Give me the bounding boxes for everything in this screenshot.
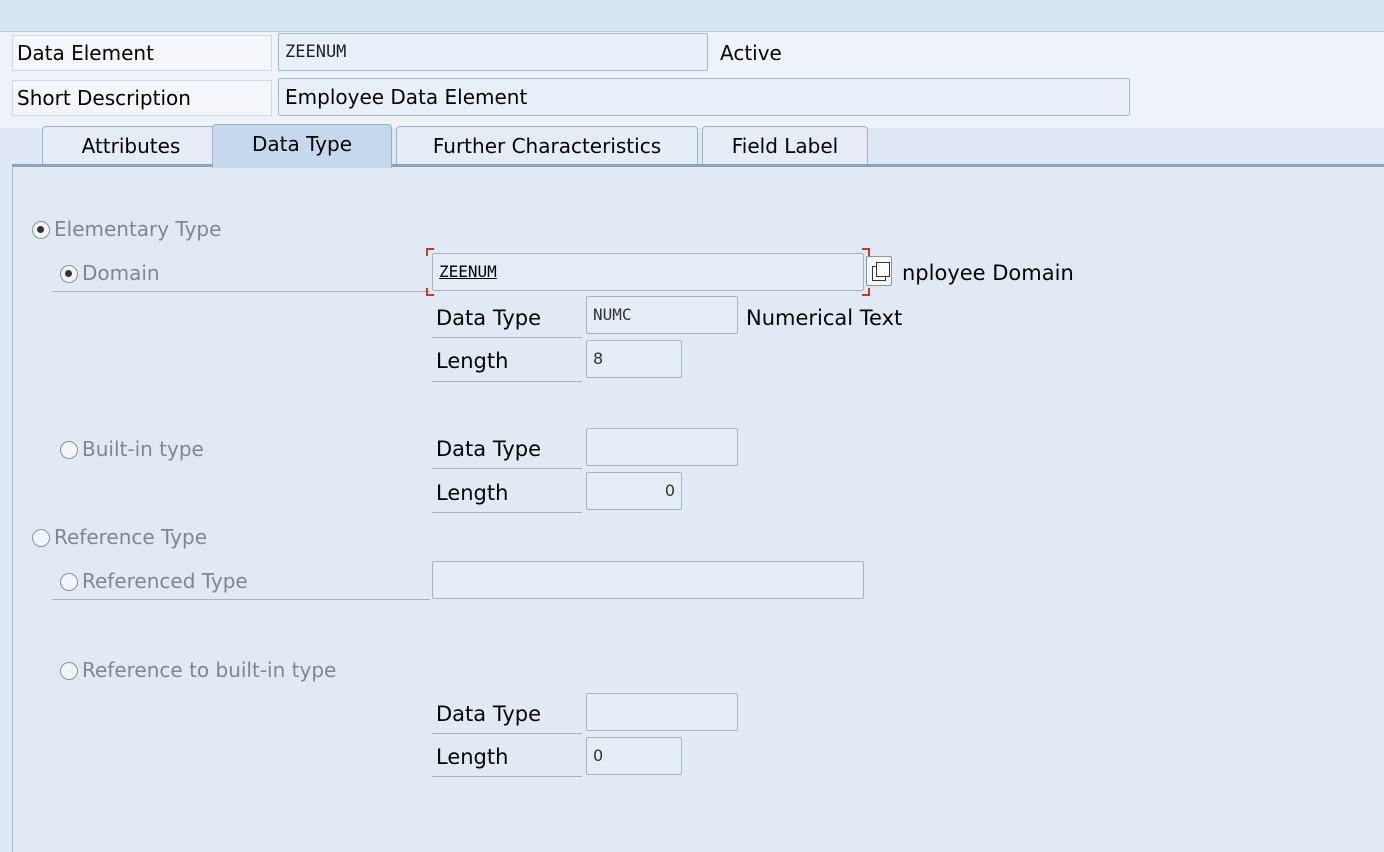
- ref-builtin-data-type-label: Data Type: [436, 702, 542, 726]
- reference-type-label: Reference Type: [54, 525, 208, 549]
- domain-description: nployee Domain: [902, 261, 1074, 285]
- builtin-length-field[interactable]: 0: [586, 472, 682, 510]
- ref-builtin-data-type-field[interactable]: [586, 693, 738, 731]
- domain-option[interactable]: Domain: [60, 258, 160, 288]
- domain-length-line: [432, 381, 582, 382]
- status-text: Active: [720, 41, 782, 65]
- builtin-data-type-label: Data Type: [436, 437, 542, 461]
- tab-data-type[interactable]: Data Type: [212, 124, 392, 168]
- referenced-type-line: [52, 599, 430, 600]
- domain-data-type-line: [432, 337, 582, 338]
- domain-data-type-field[interactable]: NUMC: [586, 296, 738, 334]
- domain-data-type-label: Data Type: [436, 306, 542, 330]
- focus-corner-br: [862, 288, 870, 296]
- builtin-data-type-field[interactable]: [586, 428, 738, 466]
- tab-field-label[interactable]: Field Label: [702, 126, 868, 166]
- value-help-icon[interactable]: [866, 256, 892, 286]
- builtin-type-label: Built-in type: [82, 437, 204, 461]
- ref-builtin-label: Reference to built-in type: [82, 658, 337, 682]
- ref-builtin-length-label: Length: [436, 745, 509, 769]
- domain-field[interactable]: ZEENUM: [432, 253, 864, 291]
- builtin-data-type-line: [432, 468, 582, 469]
- tab-attributes[interactable]: Attributes: [42, 126, 220, 166]
- tabstrip: Attributes Data Type Further Characteris…: [12, 120, 1384, 168]
- reference-type-option[interactable]: Reference Type: [32, 522, 207, 552]
- builtin-length-line: [432, 512, 582, 513]
- radio-unchecked-icon[interactable]: [60, 662, 78, 680]
- domain-label: Domain: [82, 261, 160, 285]
- data-element-field[interactable]: ZEENUM: [278, 33, 708, 71]
- focus-corner-tl: [426, 248, 434, 256]
- radio-unchecked-icon[interactable]: [32, 529, 50, 547]
- short-description-field[interactable]: Employee Data Element: [278, 78, 1130, 116]
- ref-builtin-length-line: [432, 776, 582, 777]
- top-toolbar: [0, 0, 1384, 32]
- ref-builtin-length-field[interactable]: 0: [586, 737, 682, 775]
- ref-builtin-data-type-line: [432, 733, 582, 734]
- focus-corner-bl: [426, 288, 434, 296]
- data-element-label: Data Element: [12, 35, 272, 71]
- referenced-type-option[interactable]: Referenced Type: [60, 566, 248, 596]
- elementary-type-option[interactable]: Elementary Type: [32, 214, 221, 244]
- domain-data-type-desc: Numerical Text: [746, 306, 903, 330]
- short-description-label: Short Description: [12, 80, 272, 116]
- focus-corner-tr: [862, 248, 870, 256]
- radio-unchecked-icon[interactable]: [60, 441, 78, 459]
- ref-builtin-option[interactable]: Reference to built-in type: [60, 655, 336, 685]
- builtin-length-label: Length: [436, 481, 509, 505]
- builtin-type-option[interactable]: Built-in type: [60, 434, 204, 464]
- radio-unchecked-icon[interactable]: [60, 573, 78, 591]
- domain-row-line: [52, 291, 430, 292]
- tab-further-characteristics[interactable]: Further Characteristics: [396, 126, 698, 166]
- referenced-type-label: Referenced Type: [82, 569, 248, 593]
- radio-checked-icon[interactable]: [32, 221, 50, 239]
- domain-length-label: Length: [436, 349, 509, 373]
- elementary-type-label: Elementary Type: [54, 217, 222, 241]
- radio-checked-icon[interactable]: [60, 265, 78, 283]
- domain-length-field[interactable]: 8: [586, 340, 682, 378]
- referenced-type-field[interactable]: [432, 561, 864, 599]
